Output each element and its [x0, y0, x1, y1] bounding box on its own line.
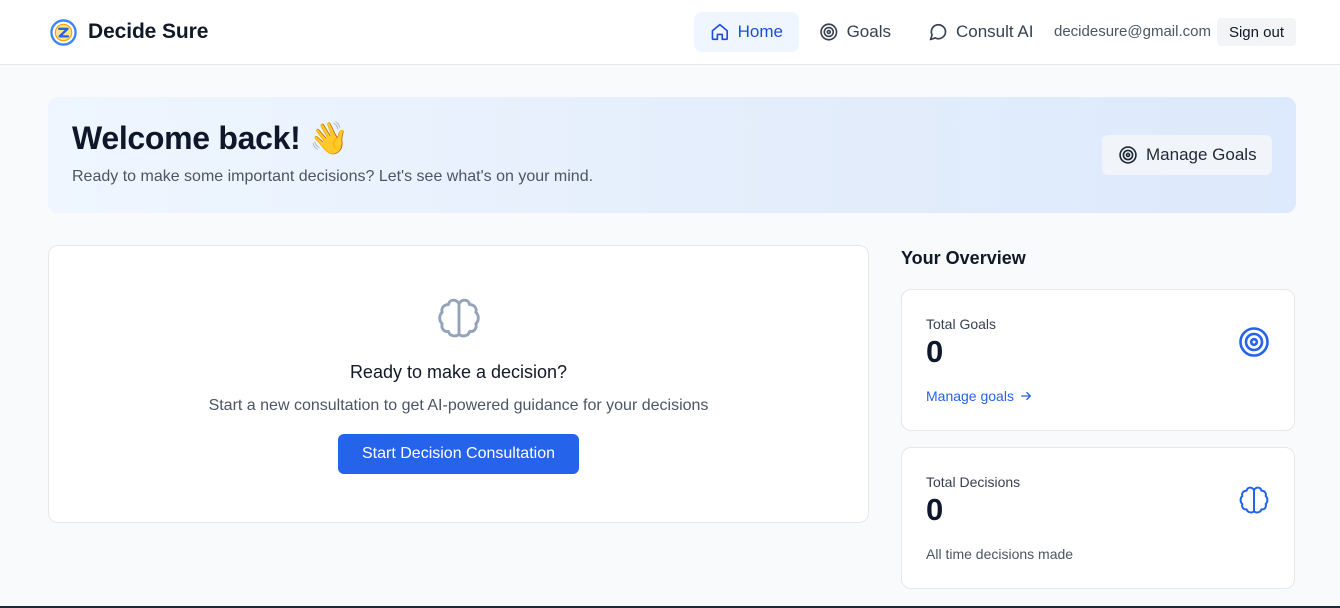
nav-goals-label: Goals — [846, 22, 891, 41]
nav-home-label: Home — [737, 22, 783, 41]
total-goals-value: 0 — [926, 334, 944, 369]
welcome-title: Welcome back! 👋 — [72, 120, 349, 156]
brain-icon — [438, 298, 480, 338]
total-goals-label: Total Goals — [926, 316, 997, 332]
manage-goals-link-label: Manage goals — [926, 388, 1014, 404]
brain-icon — [1239, 486, 1269, 514]
total-decisions-card: Total Decisions 0 All time decisions mad… — [901, 447, 1295, 589]
start-consultation-button[interactable]: Start Decision Consultation — [338, 434, 579, 474]
message-circle-icon — [929, 23, 947, 41]
sign-out-button[interactable]: Sign out — [1217, 18, 1296, 46]
top-header: Decide Sure Home Goals Consult AI decide… — [0, 0, 1340, 65]
overview-title: Your Overview — [901, 248, 1026, 268]
nav-home[interactable]: Home — [694, 12, 799, 52]
nav-consult-ai-label: Consult AI — [956, 22, 1034, 41]
consultation-card: Ready to make a decision? Start a new co… — [48, 245, 869, 523]
manage-goals-link[interactable]: Manage goals — [926, 388, 1032, 404]
target-icon — [1239, 327, 1269, 357]
welcome-banner: Welcome back! 👋 Ready to make some impor… — [48, 97, 1296, 213]
target-icon — [820, 23, 838, 41]
consultation-title: Ready to make a decision? — [349, 362, 568, 382]
manage-goals-button[interactable]: Manage Goals — [1102, 135, 1272, 175]
total-goals-card: Total Goals 0 Manage goals — [901, 289, 1295, 431]
brand-name: Decide Sure — [88, 20, 209, 43]
manage-goals-label: Manage Goals — [1146, 145, 1257, 164]
app-page: Decide Sure Home Goals Consult AI decide… — [0, 0, 1340, 608]
brand[interactable]: Decide Sure — [50, 18, 208, 46]
total-decisions-note: All time decisions made — [926, 546, 1074, 562]
nav-consult-ai[interactable]: Consult AI — [912, 12, 1050, 52]
brand-logo-icon — [50, 18, 77, 46]
total-decisions-value: 0 — [926, 492, 944, 527]
user-email: decidesure@gmail.com — [1054, 23, 1211, 40]
nav-goals[interactable]: Goals — [803, 12, 907, 52]
consultation-subtitle: Start a new consultation to get AI-power… — [208, 397, 709, 414]
total-decisions-label: Total Decisions — [926, 474, 1021, 490]
home-icon — [711, 23, 729, 41]
welcome-subtitle: Ready to make some important decisions? … — [72, 168, 594, 185]
arrow-right-icon — [1020, 391, 1031, 401]
target-icon — [1119, 146, 1137, 164]
